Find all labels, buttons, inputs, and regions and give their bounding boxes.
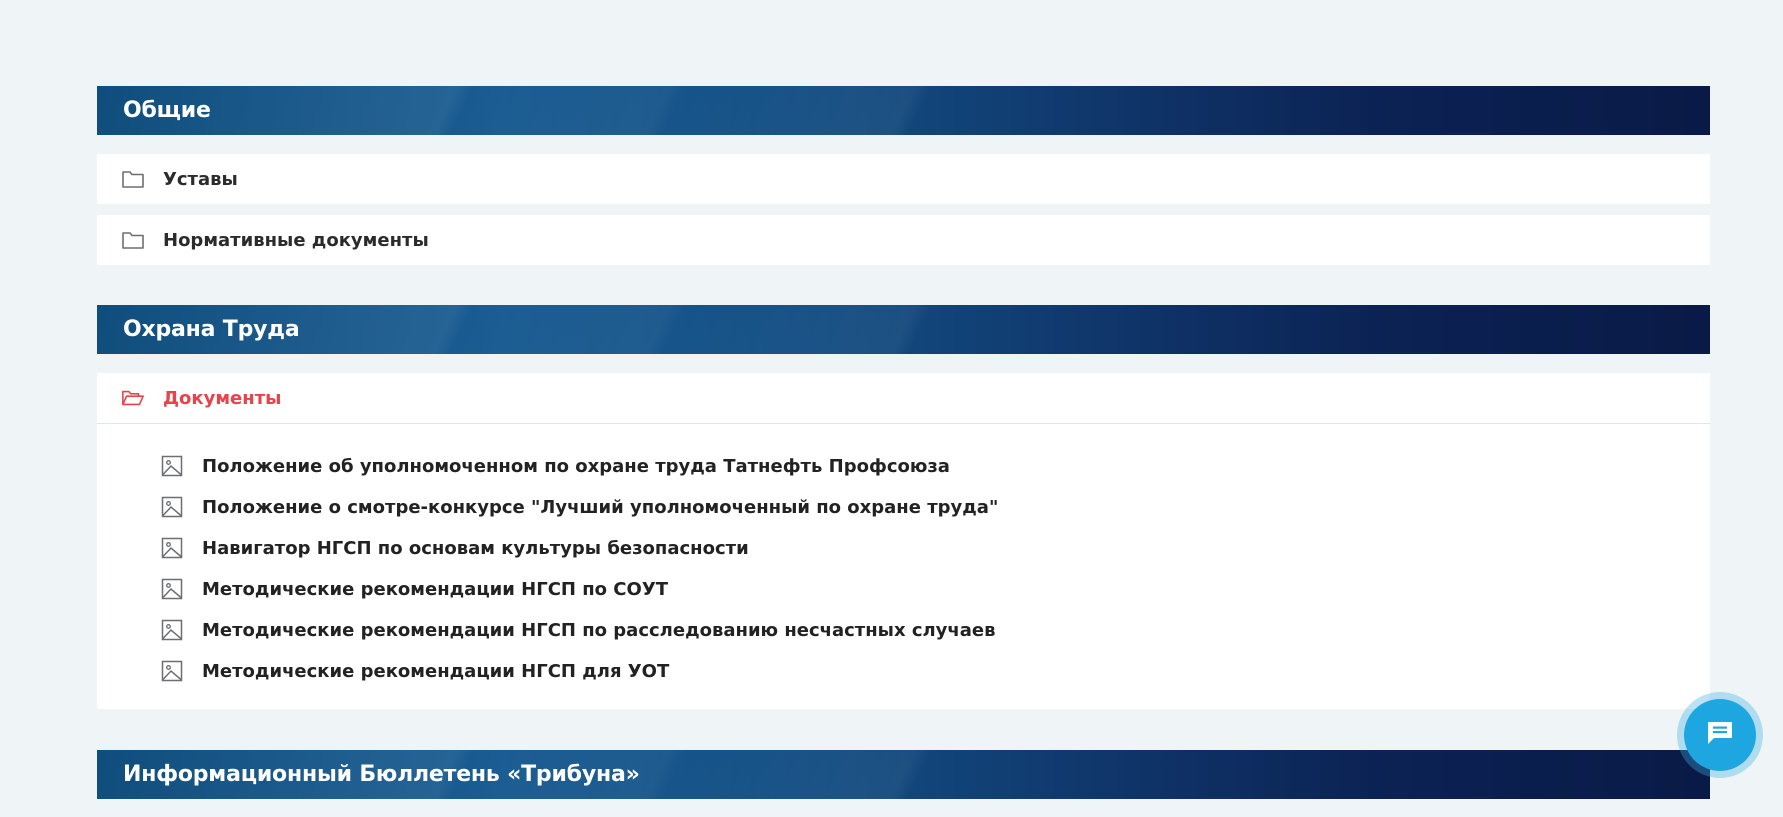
folder-icon	[121, 167, 145, 191]
section-title: Общие	[123, 98, 211, 123]
document-item[interactable]: Методические рекомендации НГСП по рассле…	[161, 615, 996, 645]
section-header-labor-safety: Охрана Труда	[97, 305, 1710, 354]
folder-label: Уставы	[163, 168, 238, 190]
document-item[interactable]: Положение о смотре-конкурсе "Лучший упол…	[161, 492, 998, 522]
image-file-icon	[161, 619, 183, 641]
document-item[interactable]: Навигатор НГСП по основам культуры безоп…	[161, 533, 749, 563]
document-label: Методические рекомендации НГСП по рассле…	[202, 619, 996, 641]
chat-button-inner	[1684, 699, 1756, 771]
document-label: Положение об уполномоченном по охране тр…	[202, 455, 950, 477]
folder-open-icon	[121, 386, 145, 410]
folder-item-charters[interactable]: Уставы	[97, 154, 1710, 204]
image-file-icon	[161, 537, 183, 559]
section-header-bulletin: Информационный Бюллетень «Трибуна»	[97, 750, 1710, 799]
folder-label: Нормативные документы	[163, 229, 429, 251]
folder-item-documents[interactable]: Документы	[97, 373, 1710, 423]
section-header-general: Общие	[97, 86, 1710, 135]
document-item[interactable]: Положение об уполномоченном по охране тр…	[161, 451, 950, 481]
document-label: Положение о смотре-конкурсе "Лучший упол…	[202, 496, 999, 518]
folder-item-normative-documents[interactable]: Нормативные документы	[97, 215, 1710, 265]
chat-message-icon	[1705, 719, 1735, 751]
section-title: Охрана Труда	[123, 317, 300, 342]
document-item[interactable]: Методические рекомендации НГСП для УОТ	[161, 656, 669, 686]
section-title: Информационный Бюллетень «Трибуна»	[123, 762, 640, 787]
folder-label: Документы	[163, 387, 282, 409]
document-item[interactable]: Методические рекомендации НГСП по СОУТ	[161, 574, 668, 604]
document-label: Методические рекомендации НГСП для УОТ	[202, 660, 670, 682]
image-file-icon	[161, 455, 183, 477]
image-file-icon	[161, 496, 183, 518]
document-label: Навигатор НГСП по основам культуры безоп…	[202, 537, 749, 559]
document-label: Методические рекомендации НГСП по СОУТ	[202, 578, 668, 600]
image-file-icon	[161, 660, 183, 682]
documents-list: Положение об уполномоченном по охране тр…	[97, 423, 1710, 709]
image-file-icon	[161, 578, 183, 600]
chat-button[interactable]	[1677, 692, 1763, 778]
folder-icon	[121, 228, 145, 252]
